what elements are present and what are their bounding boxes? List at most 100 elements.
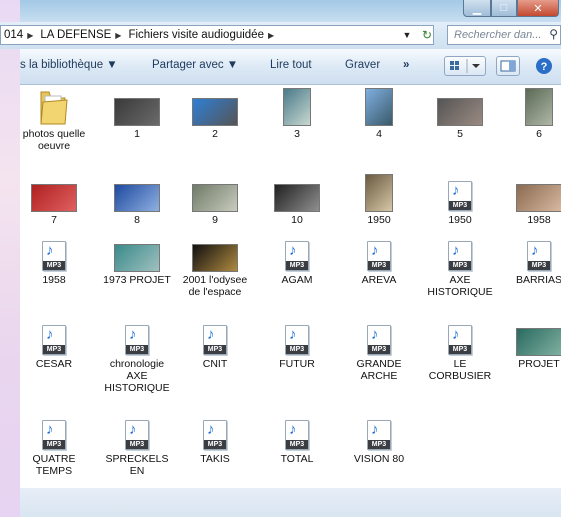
mp3-file-icon: ♪ MP3 <box>203 325 227 355</box>
file-name: 6 <box>536 128 542 140</box>
title-bar: ▁ □ ✕ <box>20 0 561 22</box>
file-name: TOTAL <box>280 453 314 465</box>
breadcrumb-item-fichiers[interactable]: Fichiers visite audioguidée <box>125 29 264 41</box>
mp3-file-icon: ♪ MP3 <box>285 325 309 355</box>
file-item[interactable]: ♪ MP3 AGAM <box>262 231 332 286</box>
view-grid-icon <box>450 59 480 73</box>
svg-text:?: ? <box>541 61 548 73</box>
file-item[interactable]: ♪ MP3 AXE HISTORIQUE <box>425 231 495 298</box>
command-bar: s la bibliothèque ▼ Partager avec ▼ Lire… <box>20 49 561 85</box>
file-name: photos quelle oeuvre <box>22 128 86 152</box>
mp3-file-icon: ♪ MP3 <box>367 325 391 355</box>
search-input[interactable]: Rechercher dan... ⚲ <box>447 25 561 45</box>
image-thumbnail <box>516 184 561 212</box>
share-with-button[interactable]: Partager avec ▼ <box>152 59 238 71</box>
breadcrumb-arrow-icon[interactable]: ▶ <box>264 31 278 40</box>
file-name: AGAM <box>281 274 313 286</box>
file-item[interactable]: ♪ MP3 SPRECKELSEN <box>102 410 172 477</box>
file-name: LE CORBUSIER <box>428 358 492 382</box>
file-name: 1958 <box>527 214 551 226</box>
maximize-button[interactable]: □ <box>491 0 517 17</box>
file-name: BARRIAS <box>515 274 561 286</box>
mp3-file-icon: ♪ MP3 <box>125 325 149 355</box>
file-name: 3 <box>294 128 300 140</box>
file-name: 1950 <box>367 214 391 226</box>
burn-button[interactable]: Graver <box>345 59 380 71</box>
mp3-file-icon: ♪ MP3 <box>42 420 66 450</box>
file-name: AXE HISTORIQUE <box>427 274 493 298</box>
breadcrumb-item-la-defense[interactable]: LA DEFENSE <box>37 29 111 41</box>
mp3-file-icon: ♪ MP3 <box>42 241 66 271</box>
breadcrumb[interactable]: 014 ▶ LA DEFENSE ▶ Fichiers visite audio… <box>0 25 434 45</box>
file-item[interactable]: ♪ MP3 1950 <box>425 171 495 226</box>
minimize-button[interactable]: ▁ <box>463 0 491 17</box>
file-name: QUATRE TEMPS <box>32 453 76 477</box>
file-item[interactable]: ♪ MP3 FUTUR <box>262 315 332 370</box>
file-name: AREVA <box>361 274 397 286</box>
mp3-file-icon: ♪ MP3 <box>448 181 472 211</box>
refresh-icon[interactable]: ↻ <box>418 26 436 44</box>
preview-pane-button[interactable] <box>496 56 520 76</box>
file-name: GRANDE ARCHE <box>356 358 402 382</box>
mp3-file-icon: ♪ MP3 <box>367 420 391 450</box>
file-name: 1 <box>134 128 140 140</box>
close-button[interactable]: ✕ <box>517 0 559 17</box>
file-name: 1950 <box>448 214 472 226</box>
file-list[interactable]: photos quelle oeuvre 1 2 3 4 5 6 7 8 9 10 1950 ♪ MP3 1… <box>20 85 561 517</box>
breadcrumb-arrow-icon[interactable]: ▶ <box>111 31 125 40</box>
file-name: chronologie AXE HISTORIQUE <box>104 358 170 394</box>
file-item[interactable]: ♪ MP3 TAKIS <box>180 410 250 465</box>
mp3-file-icon: ♪ MP3 <box>285 241 309 271</box>
file-name: 4 <box>376 128 382 140</box>
image-thumbnail <box>437 98 483 126</box>
change-view-button[interactable] <box>444 56 486 76</box>
image-thumbnail <box>365 174 393 212</box>
image-thumbnail <box>274 184 320 212</box>
file-name: SPRECKELSEN <box>105 453 169 477</box>
file-name: 1973 PROJET <box>103 274 171 286</box>
mp3-file-icon: ♪ MP3 <box>203 420 227 450</box>
file-name: 2001 l'odysee de l'espace <box>182 274 248 298</box>
file-item[interactable]: ♪ MP3 GRANDE ARCHE <box>344 315 414 382</box>
image-thumbnail <box>114 98 160 126</box>
file-item[interactable]: ♪ MP3 QUATRE TEMPS <box>19 410 89 477</box>
file-name: VISION 80 <box>353 453 405 465</box>
mp3-file-icon: ♪ MP3 <box>367 241 391 271</box>
play-all-button[interactable]: Lire tout <box>270 59 312 71</box>
image-thumbnail <box>365 88 393 126</box>
folder-icon <box>39 88 69 131</box>
file-item[interactable]: ♪ MP3 1958 <box>19 231 89 286</box>
image-thumbnail <box>516 328 561 356</box>
image-thumbnail <box>192 98 238 126</box>
help-button[interactable]: ? <box>535 57 553 75</box>
search-icon[interactable]: ⚲ <box>549 27 558 41</box>
file-name: CESAR <box>35 358 73 370</box>
mp3-file-icon: ♪ MP3 <box>448 241 472 271</box>
include-in-library-button[interactable]: s la bibliothèque ▼ <box>20 59 118 71</box>
file-item[interactable]: ♪ MP3 LE CORBUSIER <box>425 315 495 382</box>
file-name: 8 <box>134 214 140 226</box>
address-bar: 014 ▶ LA DEFENSE ▶ Fichiers visite audio… <box>0 22 561 49</box>
file-name: 10 <box>291 214 303 226</box>
file-item[interactable]: ♪ MP3 BARRIAS <box>504 231 561 286</box>
file-item[interactable]: ♪ MP3 AREVA <box>344 231 414 286</box>
file-name: CNIT <box>202 358 228 370</box>
search-placeholder: Rechercher dan... <box>454 29 542 41</box>
history-dropdown-icon[interactable]: ▼ <box>398 26 416 44</box>
mp3-file-icon: ♪ MP3 <box>527 241 551 271</box>
file-item[interactable]: ♪ MP3 CNIT <box>180 315 250 370</box>
image-thumbnail <box>192 184 238 212</box>
preview-pane-icon <box>500 60 516 72</box>
mp3-file-icon: ♪ MP3 <box>285 420 309 450</box>
file-item[interactable]: ♪ MP3 VISION 80 <box>344 410 414 465</box>
breadcrumb-prefix[interactable]: 014 <box>1 29 23 41</box>
more-commands-button[interactable]: » <box>403 59 409 71</box>
image-thumbnail <box>525 88 553 126</box>
file-name: 5 <box>457 128 463 140</box>
breadcrumb-arrow-icon[interactable]: ▶ <box>23 31 37 40</box>
file-item[interactable]: ♪ MP3 TOTAL <box>262 410 332 465</box>
background-strip <box>0 0 20 517</box>
file-item[interactable]: ♪ MP3 chronologie AXE HISTORIQUE <box>102 315 172 394</box>
image-thumbnail <box>31 184 77 212</box>
file-item[interactable]: ♪ MP3 CESAR <box>19 315 89 370</box>
